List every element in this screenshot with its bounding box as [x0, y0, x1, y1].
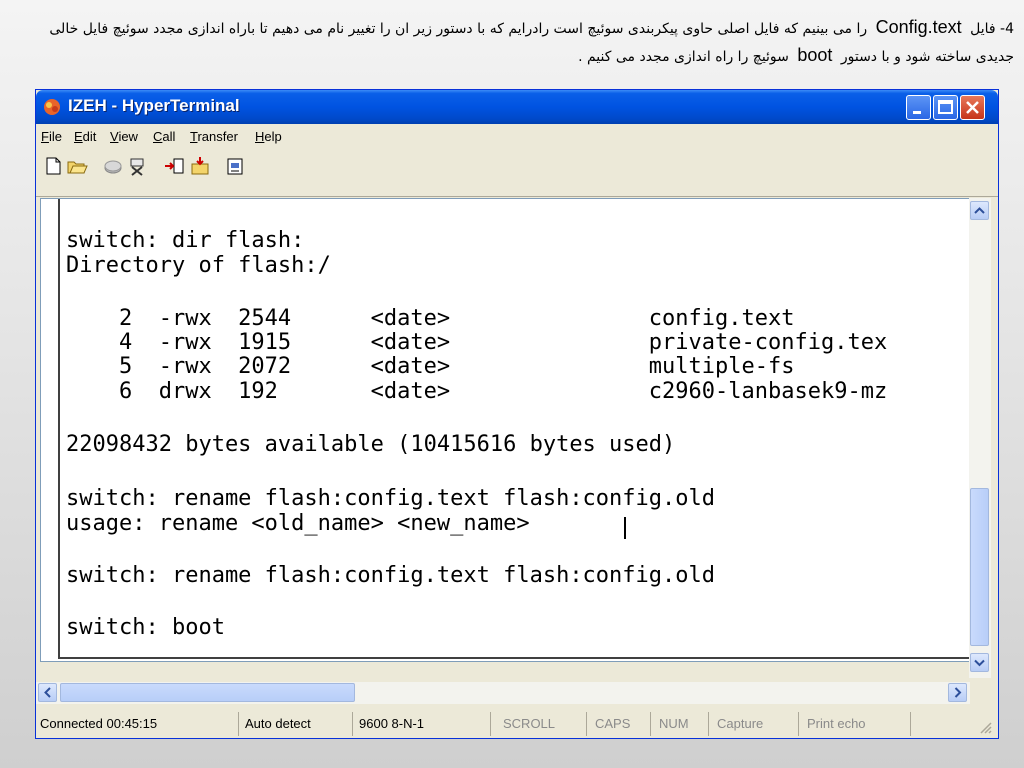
terminal-text-area: switch: dir flash: Directory of flash:/ …: [58, 199, 970, 659]
terminal-line: switch: dir flash:: [66, 228, 305, 253]
status-caps: CAPS: [591, 712, 651, 736]
caption-part2: را می بینیم که فایل اصلی حاوی پیکربندی س…: [49, 21, 1014, 65]
properties-icon[interactable]: [224, 155, 246, 177]
terminal-line: Directory of flash:/: [66, 253, 331, 278]
chevron-up-icon: [974, 207, 985, 214]
maximize-button[interactable]: [933, 95, 958, 120]
terminal-line: 22098432 bytes available (10415616 bytes…: [66, 432, 676, 457]
chevron-down-icon: [974, 659, 985, 667]
menu-bar: File Edit View Call Transfer Help: [36, 126, 998, 148]
chevron-left-icon: [44, 687, 51, 698]
dial-icon[interactable]: [126, 155, 148, 177]
hyperterminal-icon: [44, 99, 60, 115]
terminal-line: 2 -rwx 2544 <date> config.text: [66, 306, 795, 331]
menu-help[interactable]: Help: [255, 129, 282, 144]
scroll-down-button[interactable]: [970, 653, 989, 672]
status-echo: Print echo: [803, 712, 911, 736]
toolbar: [36, 150, 998, 197]
scroll-left-button[interactable]: [38, 683, 57, 702]
horizontal-scrollbar[interactable]: [36, 682, 970, 704]
status-detect: Auto detect: [241, 712, 353, 736]
status-num: NUM: [655, 712, 709, 736]
window-title: IZEH - HyperTerminal: [68, 96, 240, 115]
caption-term-boot: boot: [797, 45, 833, 65]
terminal-line: 5 -rwx 2072 <date> multiple-fs: [66, 354, 795, 379]
terminal-line: usage: rename <old_name> <new_name>: [66, 511, 530, 536]
close-icon: [966, 101, 979, 114]
status-settings: 9600 8-N-1: [355, 712, 491, 736]
caption-part3: سوئیچ را راه اندازی مجدد می کنیم .: [578, 49, 794, 65]
terminal-screen[interactable]: switch: dir flash: Directory of flash:/ …: [40, 198, 973, 662]
disconnect-icon[interactable]: [102, 155, 124, 177]
open-icon[interactable]: [66, 155, 88, 177]
slide-caption: 4- فایل Config.text را می بینیم که فایل …: [24, 14, 1014, 70]
receive-icon[interactable]: [189, 155, 211, 177]
menu-edit[interactable]: Edit: [74, 129, 96, 144]
menu-call[interactable]: Call: [153, 129, 175, 144]
vertical-scrollbar[interactable]: [969, 198, 991, 678]
chevron-right-icon: [954, 687, 962, 698]
scroll-up-button[interactable]: [970, 201, 989, 220]
send-icon[interactable]: [163, 155, 185, 177]
menu-file[interactable]: File: [41, 129, 62, 144]
title-bar[interactable]: IZEH - HyperTerminal: [36, 90, 998, 124]
terminal-line: switch: rename flash:config.text flash:c…: [66, 563, 716, 588]
status-connected: Connected 00:45:15: [36, 712, 239, 736]
text-cursor: [624, 517, 626, 539]
terminal-line: switch: rename flash:config.text flash:c…: [66, 486, 716, 511]
minimize-button[interactable]: [906, 95, 931, 120]
caption-term-config: Config.text: [875, 17, 962, 37]
status-capture: Capture: [713, 712, 799, 736]
caption-part1: 4- فایل: [965, 21, 1014, 37]
menu-transfer[interactable]: Transfer: [190, 129, 238, 144]
hyperterminal-window: IZEH - HyperTerminal File Edit View Call…: [35, 89, 999, 739]
minimize-icon: [913, 111, 921, 114]
status-scroll: SCROLL: [499, 712, 587, 736]
vertical-scroll-thumb[interactable]: [970, 488, 989, 646]
menu-view[interactable]: View: [110, 129, 138, 144]
close-button[interactable]: [960, 95, 985, 120]
terminal-line: switch: boot: [66, 615, 225, 640]
horizontal-scroll-thumb[interactable]: [60, 683, 355, 702]
terminal-line: 4 -rwx 1915 <date> private-config.tex: [66, 330, 888, 355]
scroll-right-button[interactable]: [948, 683, 967, 702]
terminal-line: 6 drwx 192 <date> c2960-lanbasek9-mz: [66, 379, 888, 404]
new-icon[interactable]: [42, 155, 64, 177]
maximize-icon: [938, 100, 953, 114]
resize-grip-icon[interactable]: [978, 720, 992, 734]
status-bar: Connected 00:45:15 Auto detect 9600 8-N-…: [36, 708, 998, 738]
